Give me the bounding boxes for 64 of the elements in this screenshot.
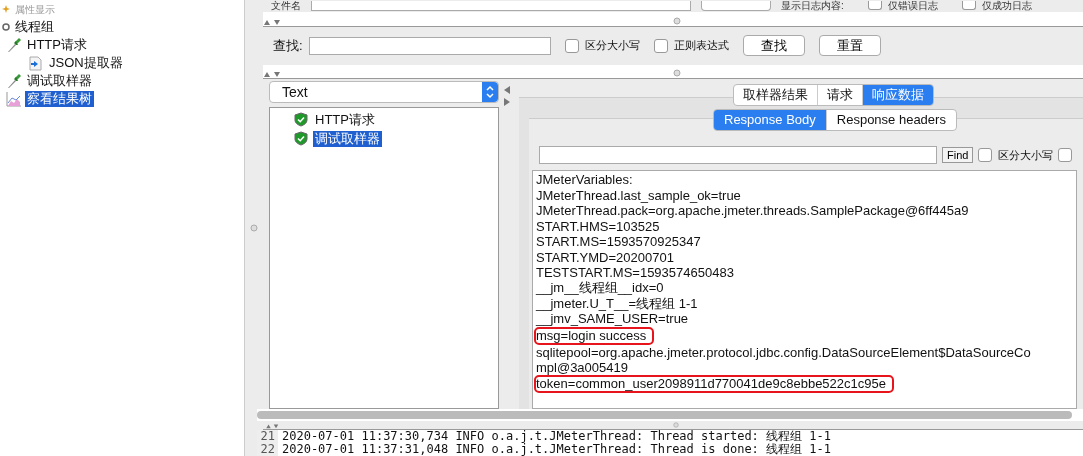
pipette-icon bbox=[6, 37, 22, 53]
result-item[interactable]: 调试取样器 bbox=[313, 130, 382, 147]
checkbox[interactable] bbox=[1058, 148, 1073, 163]
find-button[interactable]: Find bbox=[942, 147, 974, 164]
splitter-handle[interactable] bbox=[673, 422, 679, 428]
checkbox[interactable] bbox=[867, 1, 882, 11]
response-line: __jm__线程组__idx=0 bbox=[536, 280, 664, 296]
response-line: JMeterThread.pack=org.apache.jmeter.threads.SamplePackage@6ff445a9 bbox=[536, 203, 969, 219]
checkbox-label: 区分大小写 bbox=[584, 38, 640, 54]
chart-icon bbox=[6, 91, 22, 107]
checkbox[interactable] bbox=[961, 1, 976, 11]
search-button[interactable]: 查找 bbox=[742, 35, 805, 57]
expand-right-icon[interactable] bbox=[503, 97, 511, 108]
star-icon bbox=[2, 5, 10, 13]
checkbox[interactable] bbox=[978, 148, 993, 163]
collapse-left-icon[interactable] bbox=[503, 85, 511, 96]
checkbox-label: 区分大小写 bbox=[998, 147, 1054, 163]
response-line: mpl@3a005419 bbox=[536, 359, 628, 376]
collapse-arrows-icon[interactable] bbox=[263, 70, 283, 79]
result-item[interactable]: HTTP请求 bbox=[313, 111, 377, 128]
field-label: 显示日志内容: bbox=[781, 0, 844, 12]
response-line: JMeterVariables: bbox=[536, 172, 633, 188]
log-line: 2020-07-01 11:37:31,048 INFO o.a.j.t.JMeterThread: Thread is done: 线程组 1-1 bbox=[281, 443, 831, 456]
pipette-icon bbox=[6, 73, 22, 89]
checkbox[interactable] bbox=[564, 38, 579, 53]
log-line: 2020-07-01 11:37:30,734 INFO o.a.j.t.JMeterThread: Thread started: 线程组 1-1 bbox=[281, 430, 831, 443]
checkbox-label: 仅成功日志 bbox=[981, 0, 1032, 12]
search-button[interactable]: 重置 bbox=[818, 35, 881, 57]
response-line: sqlitepool=org.apache.jmeter.protocol.jdbc.config.DataSourceElement$DataSourceCo bbox=[536, 344, 1031, 360]
checkbox[interactable] bbox=[653, 38, 668, 53]
response-tab[interactable]: Response headers bbox=[825, 110, 956, 131]
response-line: START.MS=1593570925347 bbox=[536, 234, 701, 250]
tree-item[interactable]: JSON提取器 bbox=[47, 55, 125, 71]
splitter-handle[interactable] bbox=[673, 69, 681, 78]
find-field[interactable] bbox=[539, 146, 937, 165]
response-line: token=common_user2098911d770041de9c8ebbe522c1c95e bbox=[536, 377, 892, 392]
collapse-arrows-icon[interactable] bbox=[263, 17, 283, 26]
tree-item[interactable]: 调试取样器 bbox=[25, 73, 94, 89]
field-label: 文件名 bbox=[271, 0, 301, 12]
tree-item[interactable]: 线程组 bbox=[13, 19, 56, 35]
browse-button[interactable] bbox=[701, 0, 771, 11]
tree-item[interactable]: HTTP请求 bbox=[25, 37, 89, 53]
response-line: msg=login success bbox=[536, 328, 653, 343]
field-label: 查找: bbox=[273, 36, 303, 55]
response-line: __jmv_SAME_USER=true bbox=[536, 311, 689, 327]
response-line: START.YMD=20200701 bbox=[536, 249, 674, 265]
checkbox-label: 正则表达式 bbox=[673, 38, 729, 54]
response-line: JMeterThread.last_sample_ok=true bbox=[536, 187, 741, 204]
splitter-handle[interactable] bbox=[673, 16, 681, 25]
chevron-updown-icon bbox=[485, 85, 495, 100]
result-tab[interactable]: 响应数据 bbox=[862, 85, 933, 106]
search-field[interactable] bbox=[308, 36, 551, 55]
scrollbar-thumb[interactable] bbox=[257, 411, 1072, 420]
response-tab[interactable]: Response Body bbox=[714, 110, 826, 131]
renderer-dropdown[interactable]: Text bbox=[269, 81, 499, 104]
response-line: __jmeter.U_T__=线程组 1-1 bbox=[536, 295, 698, 312]
response-line: START.HMS=103525 bbox=[536, 218, 660, 235]
checkbox-label: 仅错误日志 bbox=[887, 0, 938, 12]
splitter-handle[interactable] bbox=[250, 224, 258, 232]
document-arrow-icon bbox=[28, 55, 44, 71]
result-tab[interactable]: 取样器结果 bbox=[734, 85, 817, 106]
tree-item[interactable]: 察看结果树 bbox=[25, 91, 94, 107]
response-line: TESTSTART.MS=1593574650483 bbox=[536, 264, 734, 281]
filename-field[interactable] bbox=[311, 0, 691, 11]
